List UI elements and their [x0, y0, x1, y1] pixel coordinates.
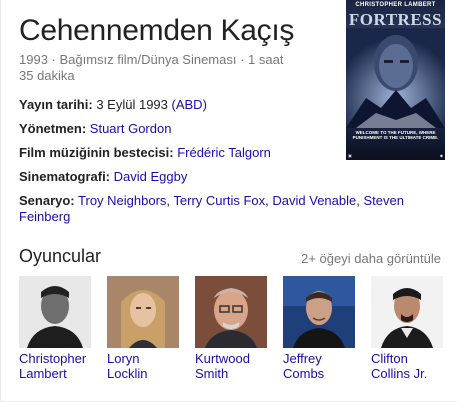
cast-member[interactable]: Kurtwood Smith — [195, 276, 267, 381]
cast-member[interactable]: Christopher Lambert — [19, 276, 91, 381]
knowledge-panel: Cehennemden Kaçış 1993 · Bağımsız film/D… — [0, 0, 457, 402]
studio-logo-icon: ◆ — [439, 153, 443, 158]
fact-release-date: Yayın tarihi: 3 Eylül 1993 (ABD) — [19, 97, 439, 113]
fact-label: Yönetmen: — [19, 121, 87, 136]
release-region-link[interactable]: (ABD) — [172, 97, 207, 112]
actor-name[interactable]: Christopher Lambert — [19, 351, 91, 381]
poster-actor: CHRISTOPHER LAMBERT — [355, 2, 436, 8]
cast-list: Christopher Lambert Loryn Locklin Kurtwo… — [19, 276, 443, 381]
page-title: Cehennemden Kaçış — [19, 14, 295, 47]
actor-photo[interactable] — [283, 276, 355, 348]
actor-photo[interactable] — [195, 276, 267, 348]
fact-label: Film müziğinin bestecisi: — [19, 145, 174, 160]
actor-name[interactable]: Loryn Locklin — [107, 351, 179, 381]
writer-link[interactable]: Troy Neighbors — [78, 193, 166, 208]
cinematographer-link[interactable]: David Eggby — [114, 169, 188, 184]
view-more-cast-link[interactable]: 2+ öğeyi daha görüntüle — [301, 251, 441, 266]
cast-member[interactable]: Jeffrey Combs — [283, 276, 355, 381]
cast-header: Oyuncular — [19, 246, 102, 266]
fact-label: Yayın tarihi: — [19, 97, 93, 112]
actor-photo[interactable] — [19, 276, 91, 348]
actor-name[interactable]: Kurtwood Smith — [195, 351, 267, 381]
fact-composer: Film müziğinin bestecisi: Frédéric Talgo… — [19, 145, 439, 161]
fact-screenplay: Senaryo: Troy Neighbors, Terry Curtis Fo… — [19, 193, 404, 224]
director-link[interactable]: Stuart Gordon — [90, 121, 172, 136]
movie-subtitle: 1993 · Bağımsız film/Dünya Sineması · 1 … — [19, 52, 284, 83]
actor-photo[interactable] — [107, 276, 179, 348]
fact-label: Sinematografi: — [19, 169, 111, 184]
fact-label: Senaryo: — [19, 193, 75, 208]
poster-title: FORTRESS — [348, 10, 443, 29]
fact-director: Yönetmen: Stuart Gordon — [19, 121, 439, 137]
writer-link[interactable]: David Venable — [272, 193, 356, 208]
actor-name[interactable]: Jeffrey Combs — [283, 351, 355, 381]
facts-list: Yayın tarihi: 3 Eylül 1993 (ABD) Yönetme… — [19, 97, 439, 233]
actor-name[interactable]: Clifton Collins Jr. — [371, 351, 443, 381]
fact-value: 3 Eylül 1993 — [96, 97, 168, 112]
cast-member[interactable]: Clifton Collins Jr. — [371, 276, 443, 381]
composer-link[interactable]: Frédéric Talgorn — [177, 145, 271, 160]
writer-link[interactable]: Terry Curtis Fox — [173, 193, 265, 208]
fact-cinematography: Sinematografi: David Eggby — [19, 169, 439, 185]
actor-photo[interactable] — [371, 276, 443, 348]
cast-member[interactable]: Loryn Locklin — [107, 276, 179, 381]
